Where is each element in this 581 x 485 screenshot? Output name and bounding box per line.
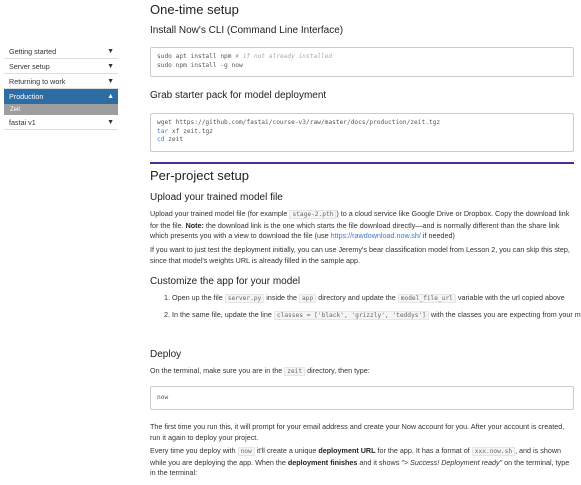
sidebar-item-returning-to-work[interactable]: Returning to work ▼ (4, 74, 118, 89)
code-block-install[interactable]: sudo apt install npm # if not already in… (150, 47, 574, 77)
inline-code: classes = ['black', 'grizzly', 'teddys'] (273, 311, 429, 320)
inline-code: zeit (284, 367, 306, 376)
text: inside the (264, 293, 300, 302)
inline-code: now (237, 447, 255, 456)
customize-steps-list: Open up the file server.py inside the ap… (150, 292, 581, 326)
sidebar-nav: Getting started ▼ Server setup ▼ Returni… (4, 44, 118, 130)
code-text: zeit (164, 136, 184, 143)
chevron-down-icon: ▼ (107, 77, 114, 85)
text: and it shows (357, 457, 402, 467)
text: On the terminal, make sure you are in th… (150, 366, 285, 375)
code-line: now (157, 394, 169, 401)
sidebar-item-label: fastai v1 (9, 117, 36, 127)
text: it'll create a unique (254, 446, 319, 455)
text: In the same file, update the line (172, 310, 274, 319)
code-line: sudo apt install npm (157, 53, 232, 60)
sidebar-item-fastai-v1[interactable]: fastai v1 ▼ (4, 115, 118, 130)
paragraph-test-deployment: If you want to just test the deployment … (150, 245, 570, 265)
text: variable with the url copied above (455, 293, 565, 302)
heading-per-project-setup: Per-project setup (150, 168, 249, 183)
code-line: sudo npm install -g now (157, 61, 243, 69)
sidebar: Getting started ▼ Server setup ▼ Returni… (0, 0, 119, 485)
inline-code: model_file_url (397, 294, 456, 303)
code-block-now[interactable]: now (150, 386, 574, 410)
heading-one-time-setup: One-time setup (150, 2, 239, 17)
sidebar-item-label: Zeit (10, 106, 21, 113)
list-item: In the same file, update the line classe… (172, 309, 581, 321)
heading-deploy: Deploy (150, 349, 182, 360)
text: Upload your trained model file (for exam… (150, 209, 290, 218)
sidebar-item-label: Getting started (9, 46, 57, 56)
italic-text: "> Success! Deployment ready" (401, 457, 503, 467)
paragraph-first-run: The first time you run this, it will pro… (150, 422, 565, 442)
paragraph-upload: Upload your trained model file (for exam… (150, 209, 574, 242)
chevron-up-icon: ▲ (107, 92, 114, 100)
inline-code: server.py (224, 294, 265, 303)
paragraph-deploy: On the terminal, make sure you are in th… (150, 366, 574, 378)
sidebar-item-label: Server setup (9, 61, 50, 71)
heading-install-cli: Install Now's CLI (Command Line Interfac… (150, 25, 344, 36)
sidebar-item-label: Returning to work (9, 76, 66, 86)
sidebar-subitem-zeit[interactable]: Zeit (4, 104, 118, 115)
note-label: Note: (185, 220, 204, 230)
sidebar-item-production[interactable]: Production ▲ (4, 89, 118, 104)
heading-customize-app: Customize the app for your model (150, 276, 301, 287)
text: Every time you deploy with (150, 446, 238, 455)
text: with the classes you are expecting from … (428, 310, 581, 319)
sidebar-item-label: Production (9, 91, 44, 101)
text: Open up the file (172, 293, 225, 302)
inline-code: app (299, 294, 317, 303)
heading-upload-model: Upload your trained model file (150, 192, 283, 203)
code-comment: # if not already installed (231, 53, 333, 60)
inline-code: xxx.now.sh (471, 447, 516, 456)
section-divider (150, 162, 574, 164)
text: directory, then type: (305, 366, 370, 375)
code-keyword: tar (157, 127, 169, 135)
text: directory and update the (316, 293, 398, 302)
sidebar-item-getting-started[interactable]: Getting started ▼ (4, 44, 118, 59)
bold-text: deployment URL (318, 446, 376, 455)
list-item: Open up the file server.py inside the ap… (172, 292, 581, 304)
inline-code: stage-2.pth (289, 210, 337, 219)
chevron-down-icon: ▼ (107, 47, 114, 55)
code-text: xf zeit.tgz (168, 127, 213, 135)
chevron-down-icon: ▼ (107, 62, 114, 70)
bold-text: deployment finishes (287, 457, 358, 467)
heading-starter-pack: Grab starter pack for model deployment (150, 90, 327, 101)
paragraph-every-deploy: Every time you deploy with now it'll cre… (150, 446, 574, 479)
text: if needed) (420, 231, 455, 240)
chevron-down-icon: ▼ (107, 118, 114, 126)
code-block-starter[interactable]: wget https://github.com/fastai/course-v3… (150, 113, 574, 152)
code-line: wget https://github.com/fastai/course-v3… (157, 119, 441, 126)
text: for the app. It has a format of (375, 446, 472, 455)
rawdownload-link[interactable]: https://rawdownload.now.sh/ (331, 231, 421, 240)
sidebar-item-server-setup[interactable]: Server setup ▼ (4, 59, 118, 74)
